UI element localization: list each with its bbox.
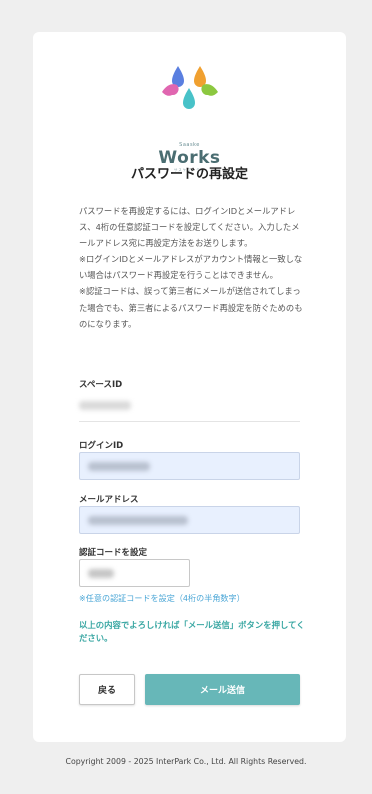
auth-code-input[interactable] bbox=[79, 559, 190, 587]
email-input[interactable] bbox=[79, 506, 300, 534]
divider bbox=[79, 421, 300, 422]
login-id-label: ログインID bbox=[79, 441, 124, 451]
email-label: メールアドレス bbox=[79, 495, 139, 505]
code-label: 認証コードを設定 bbox=[79, 548, 148, 558]
reset-card: Saaske Works サスケワークス パスワードの再設定 パスワードを再設定… bbox=[33, 32, 346, 742]
login-id-input[interactable] bbox=[79, 452, 300, 480]
space-id-label: スペースID bbox=[79, 380, 123, 390]
space-id-value bbox=[79, 401, 131, 410]
code-hint: ※任意の認証コードを設定（4桁の半角数字） bbox=[79, 593, 245, 603]
email-value bbox=[88, 516, 188, 525]
saaske-works-logo: Saaske Works サスケワークス bbox=[33, 62, 346, 177]
confirm-text: 以上の内容でよろしければ「メール送信」ボタンを押してください。 bbox=[79, 620, 305, 643]
auth-code-value bbox=[88, 569, 114, 578]
send-email-button[interactable]: メール送信 bbox=[145, 674, 300, 705]
back-button[interactable]: 戻る bbox=[79, 674, 135, 705]
page-title: パスワードの再設定 bbox=[130, 167, 248, 182]
copyright-text: Copyright 2009 - 2025 InterPark Co., Ltd… bbox=[65, 757, 307, 766]
login-id-value bbox=[88, 462, 150, 471]
drops-logo-icon bbox=[162, 66, 218, 109]
instructions-text: パスワードを再設定するには、ログインIDとメールアドレス、4桁の任意認証コードを… bbox=[79, 206, 303, 329]
